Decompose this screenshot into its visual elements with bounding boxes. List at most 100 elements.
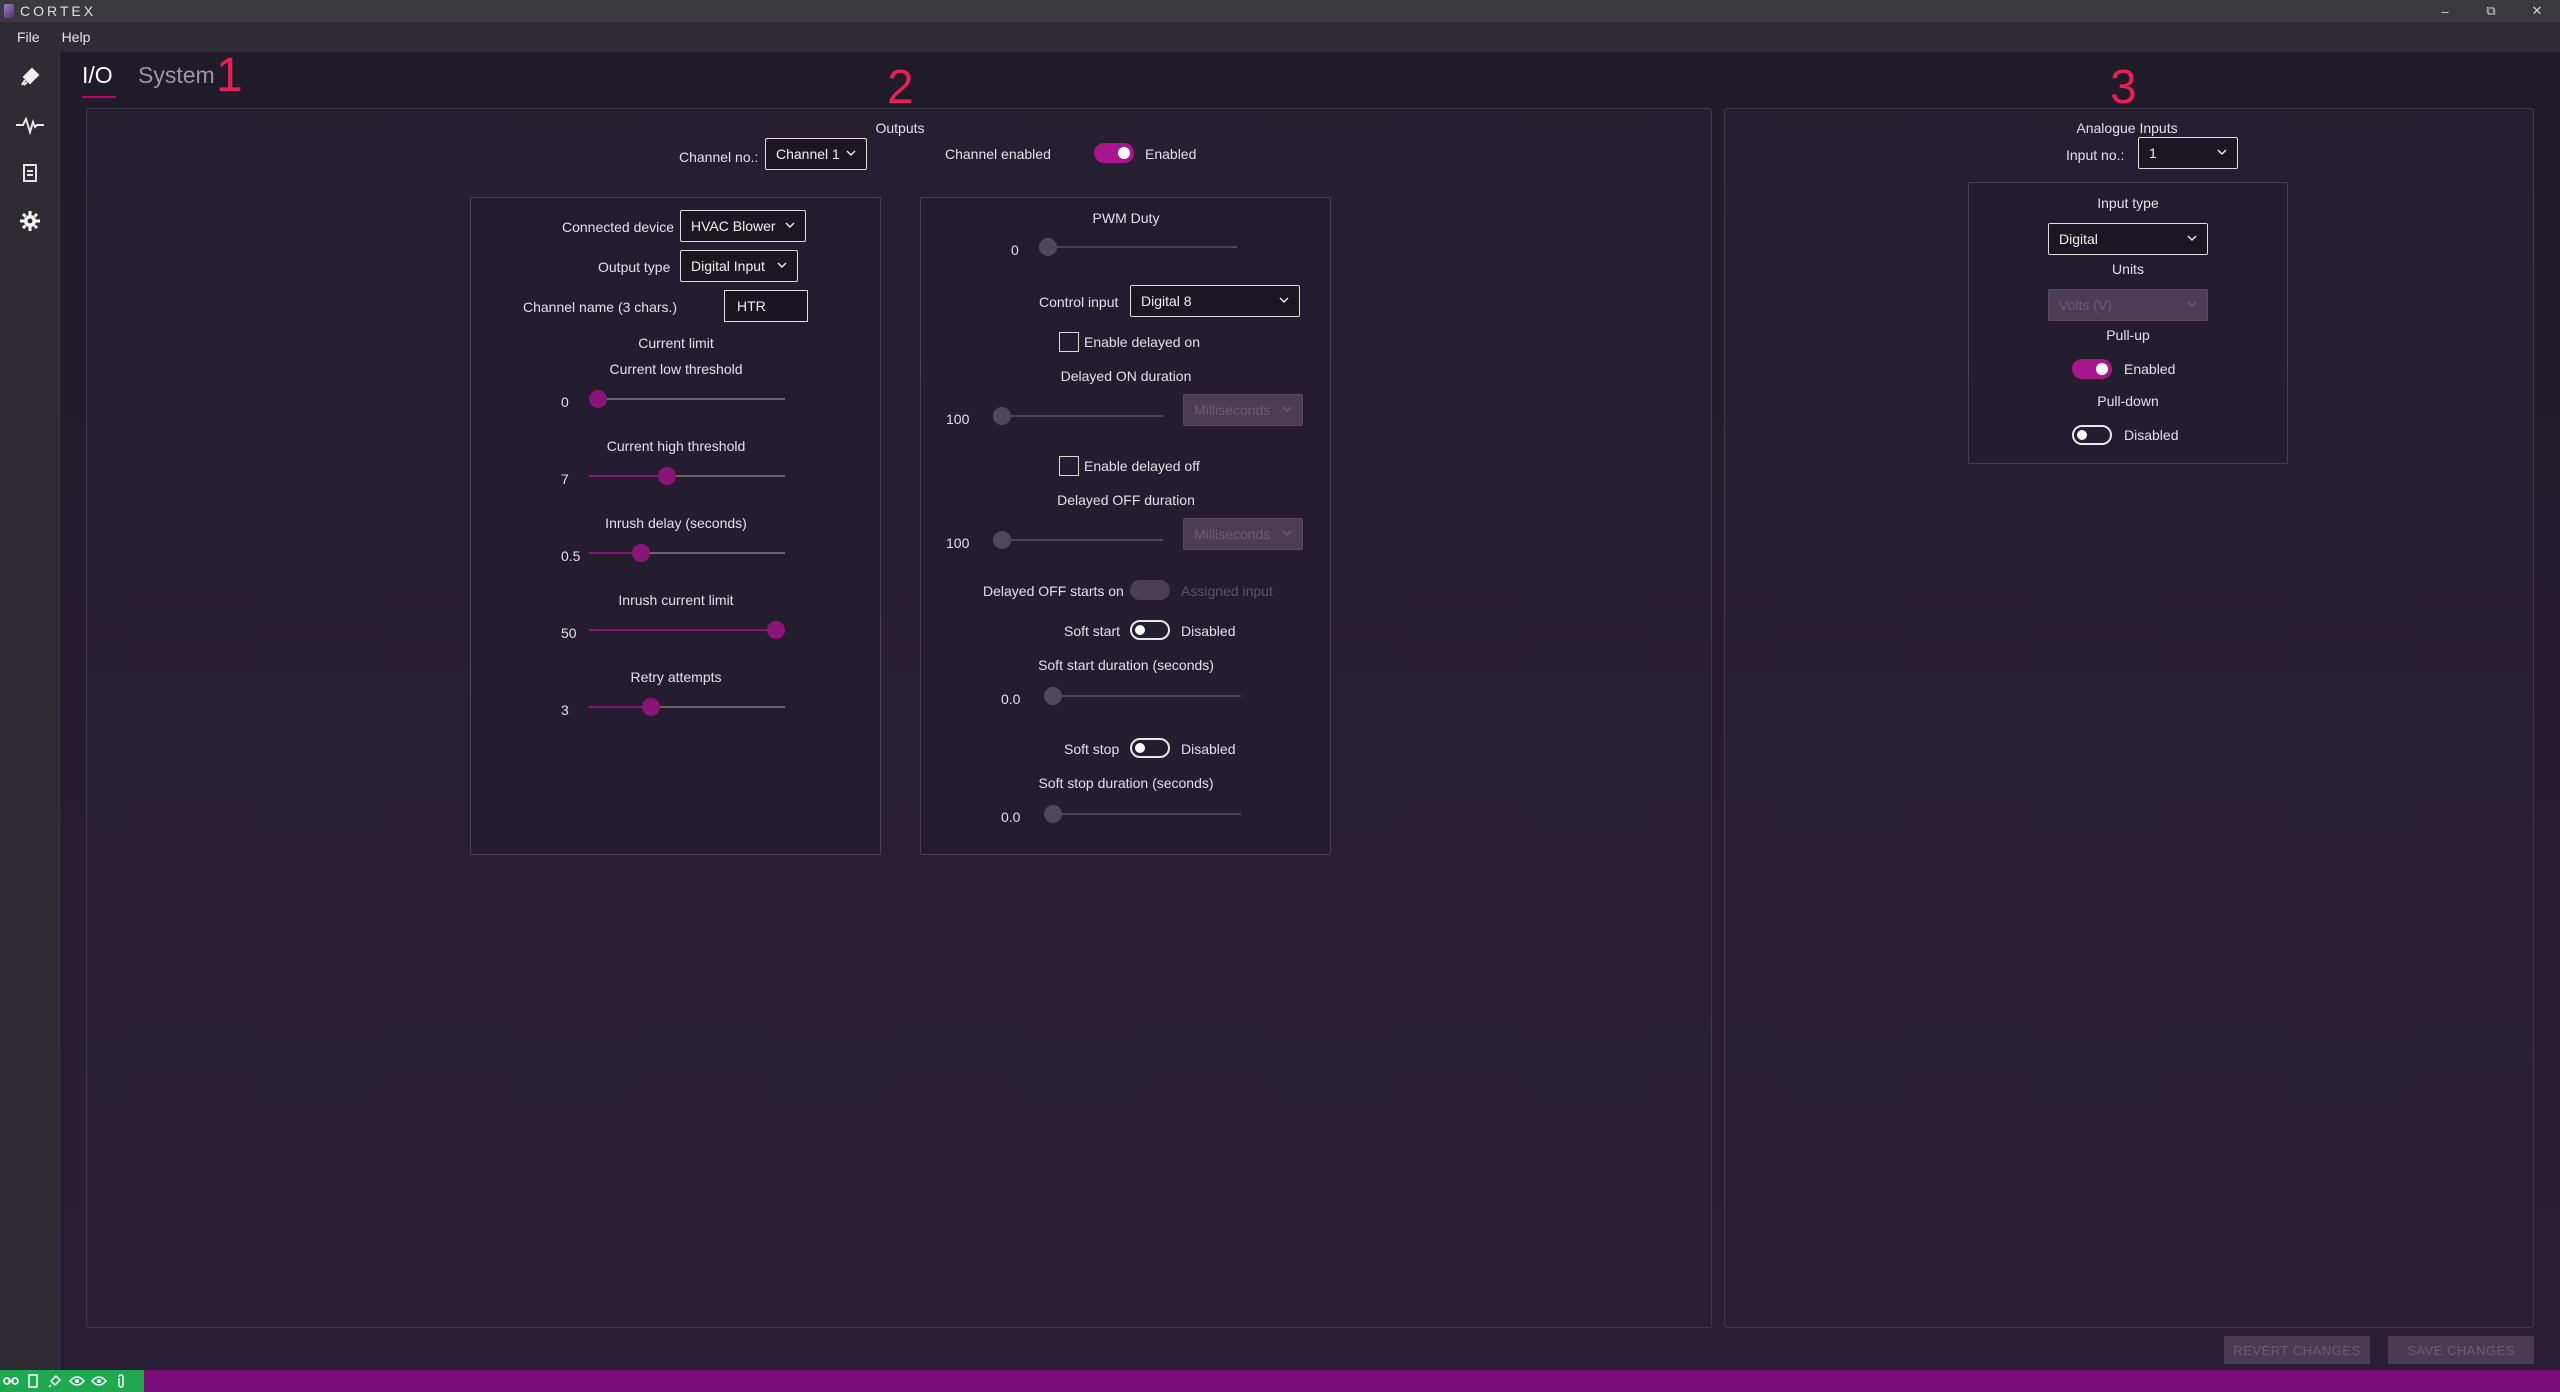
inrush-limit-slider[interactable] [589, 621, 785, 639]
connected-device-label: Connected device [562, 219, 675, 235]
connected-device-value: HVAC Blower [691, 218, 776, 234]
minimize-button[interactable]: – [2422, 0, 2468, 22]
input-type-select[interactable]: Digital [2048, 223, 2208, 255]
menu-file[interactable]: File [6, 29, 51, 45]
inrush-delay-label: Inrush delay (seconds) [605, 515, 747, 531]
tab-system[interactable]: System [138, 62, 215, 89]
chevron-down-icon [1279, 297, 1289, 303]
status-icons [0, 1370, 144, 1392]
pullup-label: Pull-up [2106, 327, 2150, 343]
delayed-off-units-select[interactable]: Milliseconds [1183, 518, 1303, 550]
soft-stop-duration-value: 0.0 [1001, 809, 1021, 825]
delayed-off-slider[interactable] [993, 531, 1163, 549]
pulldown-toggle[interactable] [2072, 425, 2112, 445]
enable-delayed-on-label: Enable delayed on [1084, 334, 1200, 350]
channel-no-select[interactable]: Channel 1 [765, 138, 867, 170]
output-type-value: Digital Input [691, 258, 765, 274]
enable-delayed-off-label: Enable delayed off [1084, 458, 1200, 474]
eye-settings-icon [90, 1372, 108, 1390]
soft-start-label: Soft start [1064, 623, 1121, 639]
annotation-1: 1 [216, 49, 243, 102]
delayed-off-starts-toggle[interactable] [1130, 580, 1170, 600]
tab-io[interactable]: I/O [82, 62, 113, 89]
current-low-slider[interactable] [589, 390, 785, 408]
plug-status-icon [46, 1372, 64, 1390]
input-type-value: Digital [2059, 231, 2098, 247]
output-type-select[interactable]: Digital Input [680, 250, 798, 282]
delayed-off-value: 100 [946, 535, 970, 551]
pulldown-label: Pull-down [2097, 393, 2159, 409]
delayed-on-duration-label: Delayed ON duration [1060, 368, 1192, 384]
current-high-value: 7 [561, 471, 569, 487]
pwm-duty-slider[interactable] [1039, 238, 1237, 256]
device-icon [24, 1372, 42, 1390]
output-type-label: Output type [598, 259, 671, 275]
delayed-on-slider[interactable] [993, 407, 1163, 425]
chevron-down-icon [846, 150, 856, 156]
revert-changes-button[interactable]: REVERT CHANGES [2224, 1336, 2370, 1364]
app-logo [4, 4, 14, 18]
chevron-down-icon [2187, 235, 2197, 241]
paperclip-icon [112, 1372, 130, 1390]
inrush-delay-slider[interactable] [589, 544, 785, 562]
menu-help[interactable]: Help [51, 29, 102, 45]
main-area: I/O System 1 2 3 Outputs Channel no.: Ch… [60, 52, 2560, 1370]
units-value: Volts (V) [2059, 297, 2112, 313]
soft-stop-duration-slider[interactable] [1044, 805, 1241, 823]
channel-no-label: Channel no.: [679, 149, 759, 165]
control-input-select[interactable]: Digital 8 [1130, 285, 1300, 317]
soft-start-duration-value: 0.0 [1001, 691, 1021, 707]
soft-stop-toggle[interactable] [1130, 738, 1170, 758]
close-button[interactable]: ✕ [2514, 0, 2560, 22]
soft-start-duration-slider[interactable] [1044, 687, 1241, 705]
eye-icon [68, 1372, 86, 1390]
soft-start-duration-label: Soft start duration (seconds) [1038, 657, 1214, 673]
outputs-title: Outputs [875, 120, 925, 136]
document-icon[interactable] [15, 158, 45, 188]
pwm-config-subpanel: PWM Duty 0 Control input Digital 8 Enabl… [920, 197, 1331, 855]
delayed-off-starts-label: Delayed OFF starts on [983, 583, 1124, 599]
plug-icon[interactable] [15, 62, 45, 92]
channel-enabled-label: Channel enabled [945, 146, 1051, 162]
menu-bar: File Help [0, 22, 2560, 52]
delayed-on-units-value: Milliseconds [1194, 402, 1271, 418]
gear-icon[interactable] [15, 206, 45, 236]
delayed-off-units-value: Milliseconds [1194, 526, 1271, 542]
outputs-panel: Outputs Channel no.: Channel 1 Channel e… [86, 108, 1712, 1328]
soft-start-toggle[interactable] [1130, 620, 1170, 640]
current-limit-label: Current limit [638, 335, 714, 351]
pulldown-state: Disabled [2124, 427, 2179, 443]
app-title: CORTEX [20, 3, 97, 19]
inrush-limit-label: Inrush current limit [618, 592, 734, 608]
channel-enabled-toggle[interactable] [1094, 143, 1134, 163]
retry-slider[interactable] [589, 698, 785, 716]
pullup-toggle[interactable] [2072, 359, 2112, 379]
channel-name-input[interactable]: HTR [724, 290, 808, 322]
enable-delayed-on-checkbox[interactable] [1059, 332, 1079, 352]
input-type-label: Input type [2097, 195, 2159, 211]
channel-no-value: Channel 1 [776, 146, 840, 162]
current-high-label: Current high threshold [606, 438, 746, 454]
chevron-down-icon [1282, 406, 1292, 412]
waveform-icon[interactable] [15, 110, 45, 140]
input-no-value: 1 [2149, 145, 2157, 161]
chevron-down-icon [2217, 149, 2227, 155]
sidebar [0, 52, 60, 1370]
retry-value: 3 [561, 702, 569, 718]
enable-delayed-off-checkbox[interactable] [1059, 456, 1079, 476]
chevron-down-icon [1282, 530, 1292, 536]
input-no-select[interactable]: 1 [2138, 137, 2238, 169]
soft-stop-label: Soft stop [1064, 741, 1120, 757]
link-icon [2, 1372, 20, 1390]
channel-name-label: Channel name (3 chars.) [523, 299, 678, 315]
save-changes-button[interactable]: SAVE CHANGES [2388, 1336, 2534, 1364]
maximize-button[interactable]: ⧉ [2468, 0, 2514, 22]
soft-stop-duration-label: Soft stop duration (seconds) [1038, 775, 1214, 791]
units-label: Units [2112, 261, 2144, 277]
units-select[interactable]: Volts (V) [2048, 289, 2208, 321]
connected-device-select[interactable]: HVAC Blower [680, 210, 806, 242]
current-high-slider[interactable] [589, 467, 785, 485]
analogue-inputs-panel: Analogue Inputs Input no.: 1 Input type … [1724, 108, 2534, 1328]
delayed-on-units-select[interactable]: Milliseconds [1183, 394, 1303, 426]
tab-underline [82, 96, 116, 98]
